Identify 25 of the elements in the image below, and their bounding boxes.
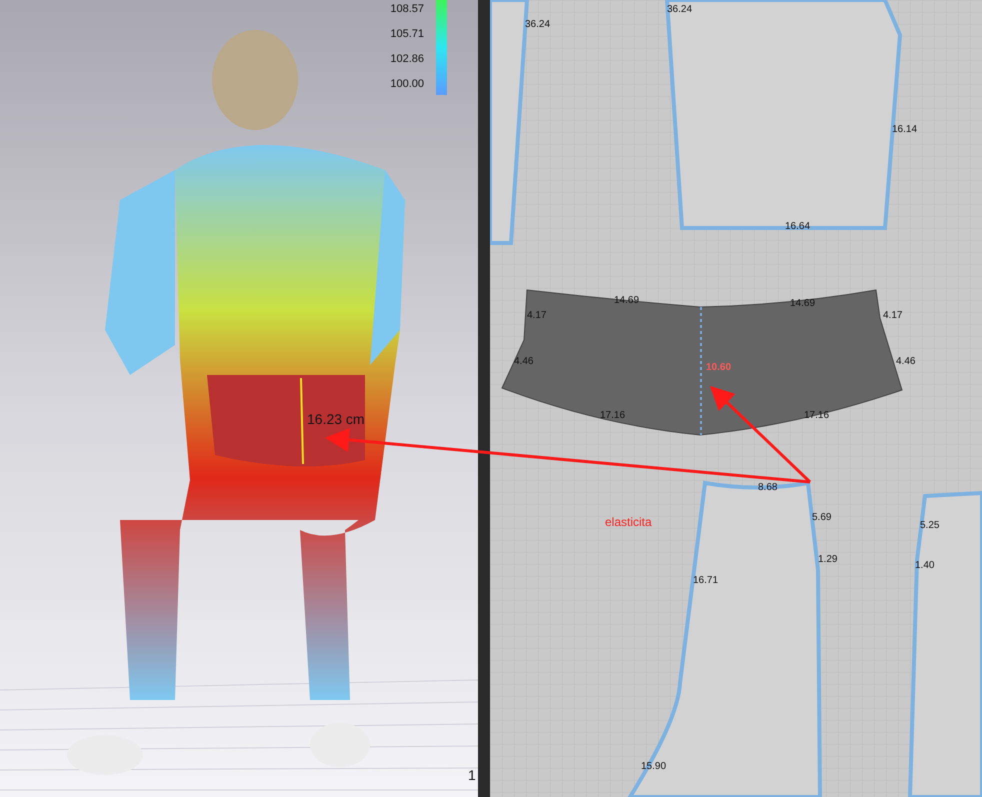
length-label: 5.69 — [812, 512, 832, 523]
length-label: 14.69 — [790, 298, 816, 309]
scale-value: 102.86 — [390, 53, 424, 65]
length-label: 16.14 — [892, 124, 918, 135]
scale-value: 108.57 — [390, 3, 424, 15]
length-label: 4.46 — [896, 356, 916, 367]
length-label: 4.46 — [514, 356, 534, 367]
measurement-label: 16.23 cm — [307, 411, 365, 427]
length-label: 36.24 — [667, 4, 692, 15]
length-label: 1.29 — [818, 554, 838, 565]
length-label: 1.40 — [915, 560, 934, 571]
length-label: 16.71 — [693, 575, 718, 586]
length-label: 5.25 — [920, 520, 940, 531]
length-label: 4.17 — [883, 310, 902, 321]
scale-value: 100.00 — [390, 78, 424, 90]
length-label: 17.16 — [600, 410, 626, 421]
length-label: 4.17 — [527, 310, 546, 321]
annotation-text: elasticita — [605, 515, 652, 529]
length-label: 15.90 — [641, 761, 666, 772]
scale-value: 105.71 — [390, 28, 424, 40]
length-label: 36.24 — [525, 19, 550, 30]
cut-label: 1 — [468, 767, 476, 783]
length-label: 16.64 — [785, 221, 810, 232]
length-label: 8.68 — [758, 482, 778, 493]
length-label: 10.60 — [706, 362, 732, 373]
